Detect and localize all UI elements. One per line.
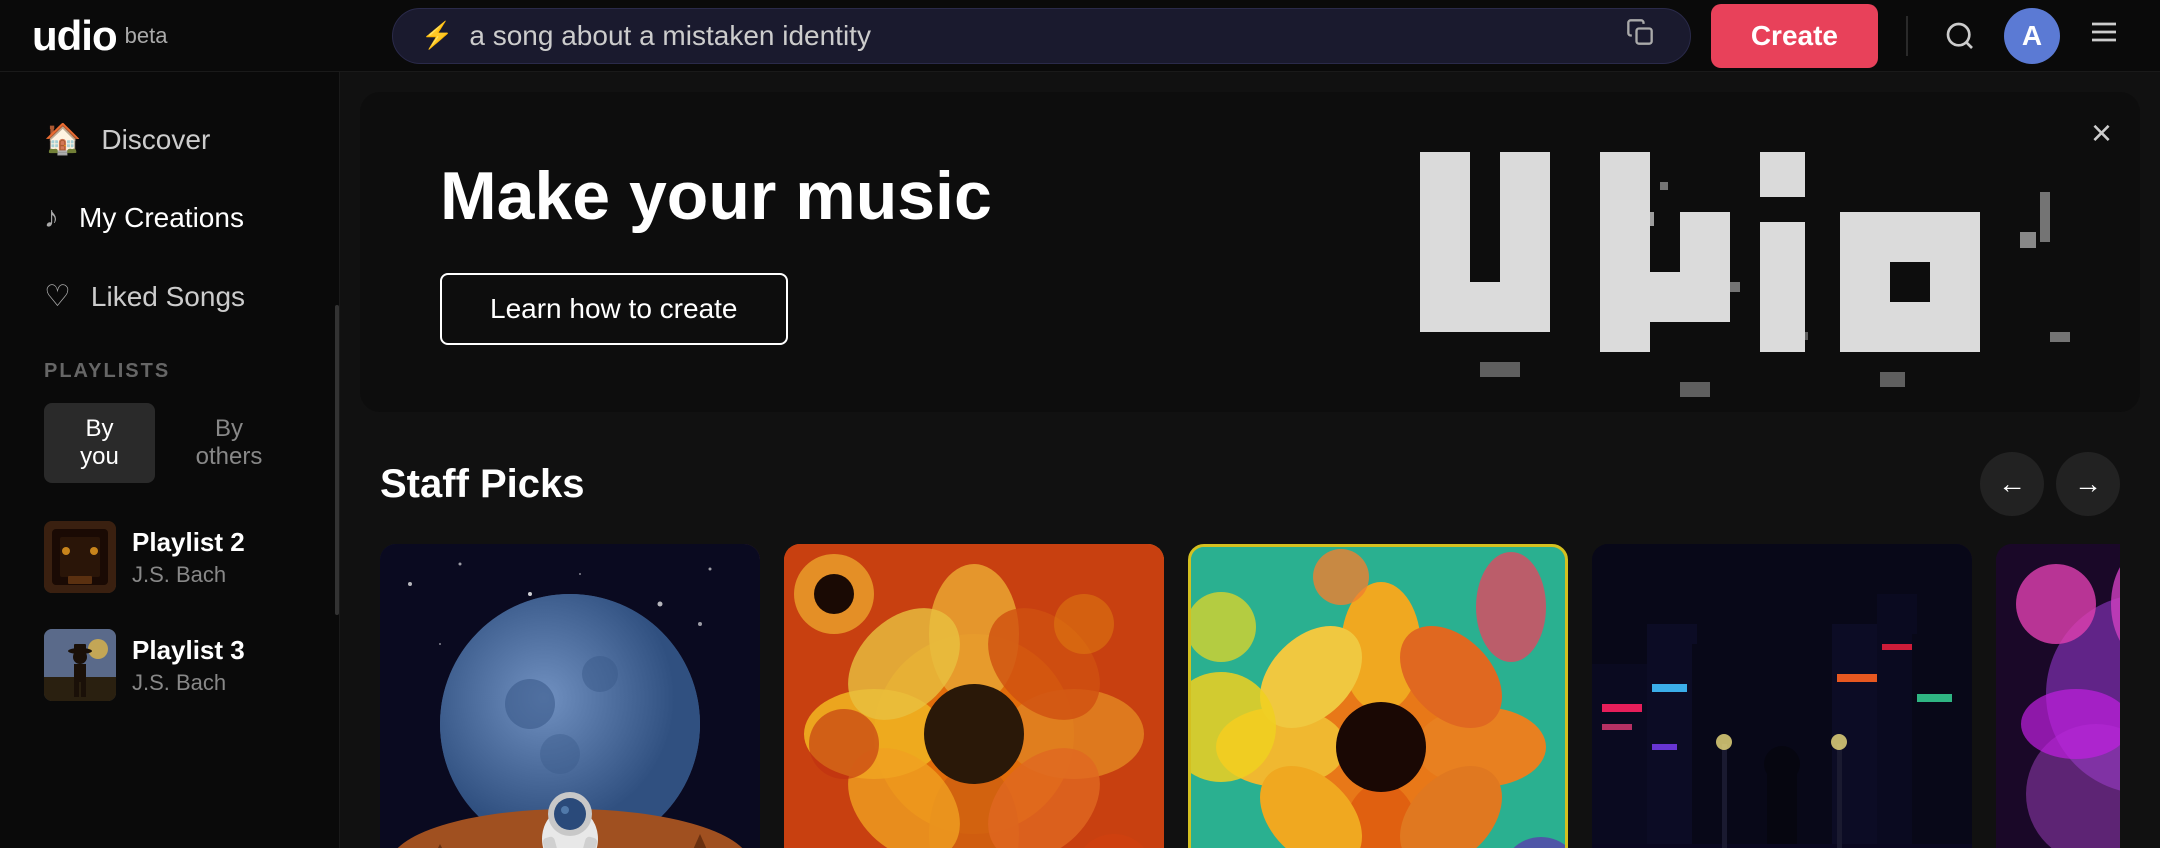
playlist-2-name: Playlist 2 bbox=[132, 527, 295, 558]
scroll-indicator bbox=[335, 305, 339, 615]
playlist-item-2[interactable]: Playlist 2 J.S. Bach bbox=[24, 507, 315, 607]
playlist-item-3[interactable]: Playlist 3 J.S. Bach bbox=[24, 615, 315, 715]
playlist-2-info: Playlist 2 J.S. Bach bbox=[132, 527, 295, 588]
hero-decoration bbox=[1380, 132, 2080, 412]
sidebar-item-liked-songs[interactable]: ♡ Liked Songs bbox=[24, 261, 315, 332]
search-bar: ⚡ bbox=[392, 8, 1691, 64]
user-avatar-button[interactable]: A bbox=[2004, 8, 2060, 64]
heart-icon: ♡ bbox=[44, 279, 71, 314]
tab-by-you[interactable]: By you bbox=[44, 403, 155, 483]
next-arrow-button[interactable]: → bbox=[2056, 452, 2120, 516]
tab-by-others[interactable]: By others bbox=[163, 403, 295, 483]
staff-pick-card-3[interactable] bbox=[1188, 544, 1568, 848]
section-header: Staff Picks ← → bbox=[380, 452, 2120, 516]
playlist-tabs: By you By others bbox=[24, 403, 315, 499]
sidebar-item-discover[interactable]: 🏠 Discover bbox=[24, 104, 315, 175]
playlist-3-info: Playlist 3 J.S. Bach bbox=[132, 635, 295, 696]
create-button[interactable]: Create bbox=[1711, 4, 1878, 68]
cards-grid bbox=[380, 544, 2120, 848]
playlist-2-author: J.S. Bach bbox=[132, 562, 295, 588]
playlist-2-thumbnail bbox=[44, 521, 116, 593]
beta-label: beta bbox=[125, 23, 168, 49]
search-button[interactable] bbox=[1936, 12, 1984, 60]
section-title: Staff Picks bbox=[380, 462, 585, 507]
prev-arrow-button[interactable]: ← bbox=[1980, 452, 2044, 516]
lightning-icon: ⚡ bbox=[421, 20, 453, 51]
playlist-3-name: Playlist 3 bbox=[132, 635, 295, 666]
learn-how-button[interactable]: Learn how to create bbox=[440, 273, 788, 345]
staff-pick-card-1[interactable] bbox=[380, 544, 760, 848]
search-input[interactable] bbox=[469, 20, 1601, 52]
topbar: udio beta ⚡ Create A bbox=[0, 0, 2160, 72]
playlist-3-author: J.S. Bach bbox=[132, 670, 295, 696]
home-icon: 🏠 bbox=[44, 122, 81, 157]
hero-title: Make your music bbox=[440, 159, 992, 234]
sidebar: 🏠 Discover ♪ My Creations ♡ Liked Songs … bbox=[0, 72, 340, 848]
nav-arrows: ← → bbox=[1980, 452, 2120, 516]
staff-picks-section: Staff Picks ← → bbox=[340, 432, 2160, 848]
staff-pick-card-5[interactable] bbox=[1996, 544, 2120, 848]
hero-banner: Make your music Learn how to create × bbox=[360, 92, 2140, 412]
playlist-3-thumbnail bbox=[44, 629, 116, 701]
topbar-divider bbox=[1906, 16, 1908, 56]
playlists-header: PLAYLISTS bbox=[24, 340, 315, 395]
sidebar-item-my-creations[interactable]: ♪ My Creations bbox=[24, 183, 315, 253]
music-note-icon: ♪ bbox=[44, 201, 59, 235]
hero-close-button[interactable]: × bbox=[2091, 112, 2112, 154]
logo-area: udio beta bbox=[32, 12, 372, 60]
main-content: Make your music Learn how to create × bbox=[340, 72, 2160, 848]
staff-pick-card-2[interactable] bbox=[784, 544, 1164, 848]
sidebar-item-liked-songs-label: Liked Songs bbox=[91, 281, 245, 313]
menu-button[interactable] bbox=[2080, 8, 2128, 64]
clipboard-button[interactable] bbox=[1618, 10, 1662, 61]
hero-content: Make your music Learn how to create bbox=[360, 99, 1072, 406]
topbar-icons: A bbox=[1936, 8, 2128, 64]
sidebar-item-discover-label: Discover bbox=[101, 124, 210, 156]
logo: udio bbox=[32, 12, 117, 60]
main-layout: 🏠 Discover ♪ My Creations ♡ Liked Songs … bbox=[0, 72, 2160, 848]
staff-pick-card-4[interactable] bbox=[1592, 544, 1972, 848]
sidebar-item-my-creations-label: My Creations bbox=[79, 202, 244, 234]
